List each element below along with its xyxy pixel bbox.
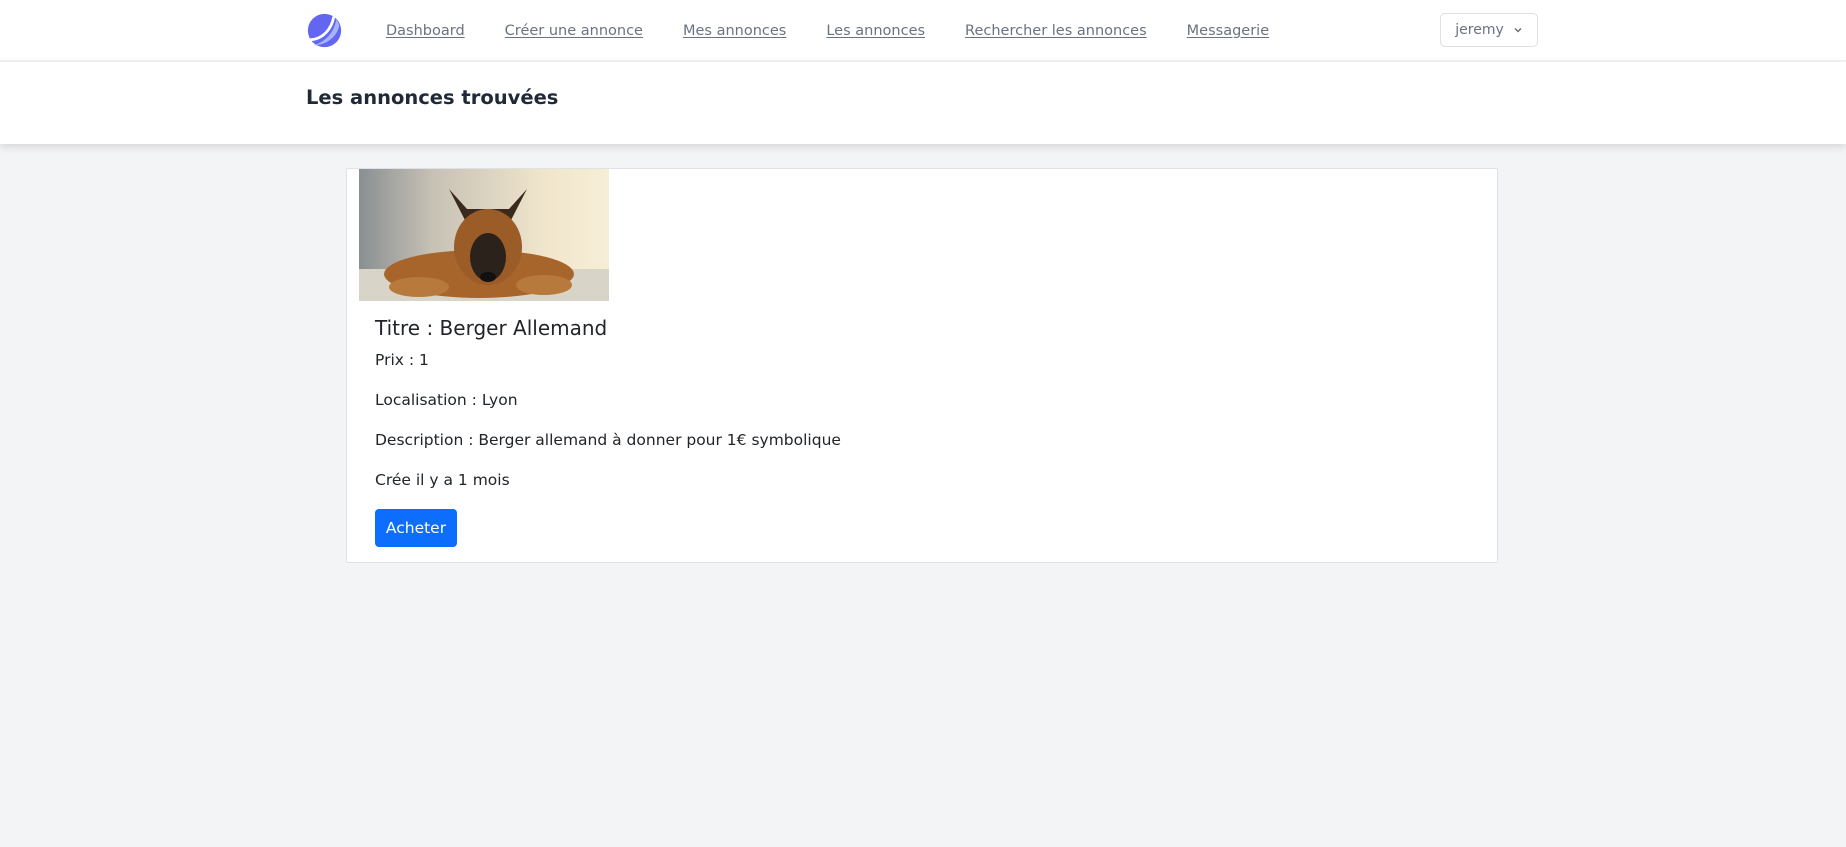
user-name: jeremy (1455, 22, 1504, 38)
nav-link-dashboard[interactable]: Dashboard (386, 23, 465, 39)
logo-icon[interactable] (306, 12, 343, 49)
listing-description: Description : Berger allemand à donner p… (375, 431, 841, 449)
listing-title: Titre : Berger Allemand (375, 316, 608, 340)
listing-card: Titre : Berger Allemand Prix : 1 Localis… (346, 168, 1498, 563)
nav-links: Dashboard Créer une annonce Mes annonces… (386, 0, 1269, 61)
nav-link-my-listings[interactable]: Mes annonces (683, 23, 786, 39)
dog-photo-image (359, 169, 609, 301)
listing-photo (359, 169, 609, 301)
user-menu-button[interactable]: jeremy (1440, 13, 1538, 47)
listing-created: Crée il y a 1 mois (375, 471, 510, 489)
nav-link-search-listings[interactable]: Rechercher les annonces (965, 23, 1147, 39)
listing-price: Prix : 1 (375, 351, 429, 369)
nav-link-messaging[interactable]: Messagerie (1187, 23, 1269, 39)
nav-link-listings[interactable]: Les annonces (826, 23, 925, 39)
top-navigation: Dashboard Créer une annonce Mes annonces… (0, 0, 1846, 61)
chevron-down-icon (1514, 27, 1522, 33)
buy-button[interactable]: Acheter (375, 509, 457, 547)
page-title: Les annonces trouvées (306, 86, 559, 109)
page-header: Les annonces trouvées (0, 62, 1846, 144)
listing-location: Localisation : Lyon (375, 391, 518, 409)
nav-link-create-listing[interactable]: Créer une annonce (505, 23, 643, 39)
